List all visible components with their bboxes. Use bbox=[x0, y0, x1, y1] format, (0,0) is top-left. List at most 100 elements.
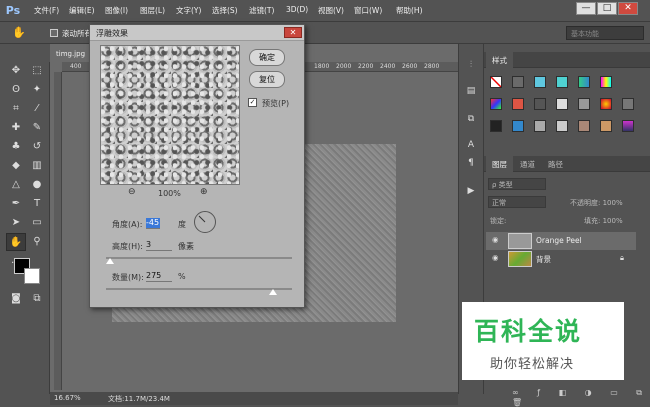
zoom-out-icon[interactable]: ⊖ bbox=[128, 187, 136, 197]
style-swatch[interactable] bbox=[622, 120, 634, 132]
style-swatch[interactable] bbox=[534, 76, 546, 88]
style-swatch[interactable] bbox=[622, 98, 634, 110]
layer-row[interactable]: ◉ Orange Peel bbox=[486, 232, 636, 250]
opacity-field[interactable]: 不透明度: 100% bbox=[570, 198, 623, 208]
healing-brush-icon[interactable]: ✚ bbox=[6, 119, 26, 137]
eye-icon[interactable]: ◉ bbox=[492, 235, 499, 244]
reset-button[interactable]: 复位 bbox=[249, 71, 285, 88]
angle-unit: 度 bbox=[178, 220, 186, 229]
tab-styles[interactable]: 样式 bbox=[486, 52, 513, 68]
gradient-tool-icon[interactable]: ▥ bbox=[27, 157, 47, 175]
style-swatch-none[interactable] bbox=[490, 76, 502, 88]
height-slider[interactable] bbox=[106, 257, 292, 259]
style-swatch[interactable] bbox=[534, 120, 546, 132]
magic-wand-icon[interactable]: ✦ bbox=[27, 81, 47, 99]
history-icon[interactable]: ⫶ bbox=[464, 60, 478, 74]
style-swatch[interactable] bbox=[490, 98, 502, 110]
tab-channels[interactable]: 通道 bbox=[514, 156, 541, 172]
layer-kind-filter[interactable]: ρ 类型 bbox=[488, 178, 546, 190]
menu-help[interactable]: 帮助(H) bbox=[396, 5, 423, 16]
ruler-mark: 400 bbox=[70, 63, 82, 70]
style-swatch[interactable] bbox=[512, 120, 524, 132]
style-swatch[interactable] bbox=[512, 98, 524, 110]
style-swatch[interactable] bbox=[600, 98, 612, 110]
height-slider-thumb[interactable] bbox=[106, 258, 114, 264]
eyedropper-icon[interactable]: ⁄ bbox=[27, 100, 47, 118]
maximize-button[interactable]: □ bbox=[597, 2, 617, 15]
properties-icon[interactable]: ▤ bbox=[464, 86, 478, 100]
menu-3d[interactable]: 3D(D) bbox=[286, 5, 308, 14]
document-tab[interactable]: timg.jpg bbox=[54, 48, 94, 62]
menu-view[interactable]: 视图(V) bbox=[318, 5, 344, 16]
fill-field[interactable]: 填充: 100% bbox=[584, 216, 623, 226]
type-tool-icon[interactable]: T bbox=[27, 195, 47, 213]
preview-checkbox[interactable]: ✓ bbox=[248, 98, 257, 107]
scroll-all-label: 滚动所有 bbox=[62, 29, 92, 38]
menu-layer[interactable]: 图层(L) bbox=[140, 5, 165, 16]
lasso-tool-icon[interactable]: ʘ bbox=[6, 81, 26, 99]
amount-slider[interactable] bbox=[106, 288, 292, 290]
style-swatch[interactable] bbox=[556, 98, 568, 110]
height-input[interactable]: 3 bbox=[146, 240, 172, 251]
actions-play-icon[interactable]: ▶ bbox=[464, 186, 478, 200]
layer-row[interactable]: ◉ 背景 🔒︎ bbox=[486, 250, 636, 268]
amount-slider-thumb[interactable] bbox=[269, 289, 277, 295]
filter-preview[interactable] bbox=[100, 45, 240, 185]
dialog-title: 浮雕效果 bbox=[90, 25, 304, 41]
move-tool-icon[interactable]: ✥ bbox=[6, 62, 26, 80]
background-color-swatch[interactable] bbox=[24, 268, 40, 284]
layer-name: Orange Peel bbox=[536, 236, 582, 245]
shape-tool-icon[interactable]: ▭ bbox=[27, 214, 47, 232]
character-icon[interactable]: A bbox=[464, 140, 478, 154]
zoom-level[interactable]: 16.67% bbox=[54, 394, 81, 402]
style-swatch[interactable] bbox=[578, 120, 590, 132]
style-swatch[interactable] bbox=[556, 76, 568, 88]
stamp-tool-icon[interactable]: ♣ bbox=[6, 138, 26, 156]
style-swatch[interactable] bbox=[556, 120, 568, 132]
marquee-tool-icon[interactable]: ⬚ bbox=[27, 62, 47, 80]
zoom-tool-icon[interactable]: ⚲ bbox=[27, 233, 47, 251]
tab-paths[interactable]: 路径 bbox=[542, 156, 569, 172]
menu-type[interactable]: 文字(Y) bbox=[176, 5, 201, 16]
amount-input[interactable]: 275 bbox=[146, 271, 172, 282]
eye-icon[interactable]: ◉ bbox=[492, 253, 499, 262]
ok-button[interactable]: 确定 bbox=[249, 49, 285, 66]
clone-source-icon[interactable]: ⧉ bbox=[464, 114, 478, 128]
workspace-select[interactable]: 基本功能 bbox=[566, 26, 644, 40]
brush-tool-icon[interactable]: ✎ bbox=[27, 119, 47, 137]
path-select-icon[interactable]: ➤ bbox=[6, 214, 26, 232]
blend-mode-select[interactable]: 正常 bbox=[488, 196, 546, 208]
style-swatch[interactable] bbox=[578, 98, 590, 110]
menu-window[interactable]: 窗口(W) bbox=[354, 5, 382, 16]
hand-tool-icon[interactable]: ✋ bbox=[6, 233, 26, 251]
menu-filter[interactable]: 滤镜(T) bbox=[249, 5, 274, 16]
zoom-in-icon[interactable]: ⊕ bbox=[200, 187, 208, 197]
angle-input[interactable]: -45 bbox=[146, 218, 160, 229]
quick-mask-icon[interactable]: ◙ bbox=[6, 290, 26, 308]
menu-image[interactable]: 图像(I) bbox=[105, 5, 128, 16]
style-swatch[interactable] bbox=[600, 76, 612, 88]
style-swatch[interactable] bbox=[578, 76, 590, 88]
scroll-all-checkbox[interactable] bbox=[50, 29, 58, 37]
layer-actions-icons[interactable]: ∞ ƒ ◧ ◑ ▭ ⧉ 🗑︎ bbox=[512, 388, 650, 407]
dialog-close-button[interactable]: ✕ bbox=[284, 27, 302, 38]
style-swatch[interactable] bbox=[490, 120, 502, 132]
style-swatch[interactable] bbox=[600, 120, 612, 132]
pen-tool-icon[interactable]: ✒ bbox=[6, 195, 26, 213]
paragraph-icon[interactable]: ¶ bbox=[464, 158, 478, 172]
menu-file[interactable]: 文件(F) bbox=[34, 5, 59, 16]
blur-tool-icon[interactable]: △ bbox=[6, 176, 26, 194]
style-swatch[interactable] bbox=[534, 98, 546, 110]
tab-layers[interactable]: 图层 bbox=[486, 156, 513, 172]
menu-edit[interactable]: 编辑(E) bbox=[69, 5, 95, 16]
style-swatch[interactable] bbox=[512, 76, 524, 88]
screen-mode-icon[interactable]: ⧉ bbox=[27, 290, 47, 308]
angle-dial[interactable] bbox=[194, 211, 216, 233]
close-window-button[interactable]: ✕ bbox=[618, 2, 638, 15]
minimize-button[interactable]: — bbox=[576, 2, 596, 15]
eraser-tool-icon[interactable]: ◆ bbox=[6, 157, 26, 175]
history-brush-icon[interactable]: ↺ bbox=[27, 138, 47, 156]
dodge-tool-icon[interactable]: ● bbox=[27, 176, 47, 194]
crop-tool-icon[interactable]: ⌗ bbox=[6, 100, 26, 118]
menu-select[interactable]: 选择(S) bbox=[212, 5, 238, 16]
